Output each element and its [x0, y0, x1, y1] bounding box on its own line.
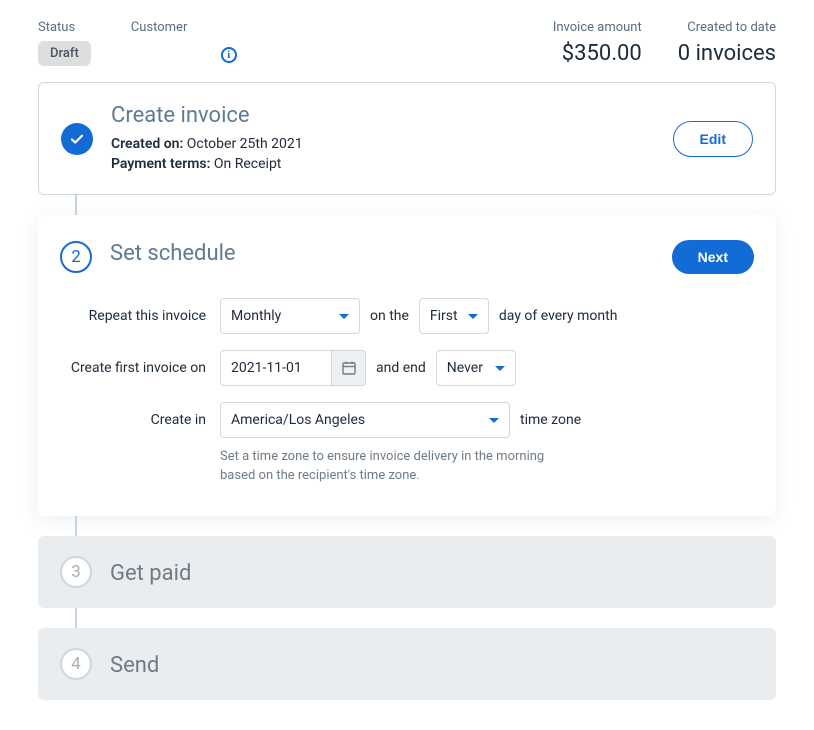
first-invoice-date-value: 2021-11-01: [231, 360, 302, 376]
edit-button[interactable]: Edit: [673, 121, 753, 157]
on-the-text: on the: [370, 308, 409, 324]
step4-indicator: 4: [60, 648, 92, 680]
step-done-indicator: [61, 123, 93, 155]
created-value: 0 invoices: [678, 41, 776, 66]
payment-terms-value: On Receipt: [214, 156, 281, 172]
and-end-text: and end: [376, 360, 426, 376]
info-icon: i: [221, 47, 237, 63]
step3-title: Get paid: [110, 561, 191, 586]
step1-title: Create invoice: [111, 103, 655, 128]
customer-column: Customer i: [131, 20, 237, 63]
timezone-select[interactable]: America/Los Angeles: [220, 402, 510, 438]
schedule-form: Repeat this invoice Monthly on the First…: [60, 298, 754, 486]
repeat-frequency-select[interactable]: Monthly: [220, 298, 360, 334]
created-label: Created to date: [687, 20, 776, 35]
created-on-line: Created on: October 25th 2021: [111, 136, 655, 152]
step-set-schedule-card: 2 Set schedule Next Repeat this invoice …: [38, 215, 776, 516]
check-icon: [69, 131, 85, 147]
chevron-down-icon: [339, 314, 349, 319]
end-value: Never: [447, 360, 483, 376]
step-create-invoice-card: Create invoice Created on: October 25th …: [38, 82, 776, 195]
step2-indicator: 2: [60, 241, 92, 273]
day-suffix-text: day of every month: [499, 308, 618, 324]
next-button[interactable]: Next: [672, 240, 754, 274]
ordinal-select[interactable]: First: [419, 298, 489, 334]
amount-label: Invoice amount: [553, 20, 642, 35]
customer-label: Customer: [131, 20, 237, 35]
step4-title: Send: [110, 653, 159, 678]
payment-terms-line: Payment terms: On Receipt: [111, 156, 655, 172]
chevron-down-icon: [468, 314, 478, 319]
chevron-down-icon: [489, 418, 499, 423]
step-connector: [75, 608, 77, 628]
timezone-suffix: time zone: [520, 412, 581, 428]
created-on-value: October 25th 2021: [187, 136, 303, 152]
status-badge: Draft: [38, 41, 91, 66]
step-get-paid-card[interactable]: 3 Get paid: [38, 536, 776, 608]
customer-info-icon[interactable]: i: [221, 43, 237, 63]
date-picker-button[interactable]: [332, 350, 366, 386]
first-invoice-date-input[interactable]: 2021-11-01: [220, 350, 332, 386]
chevron-down-icon: [495, 366, 505, 371]
calendar-icon: [341, 360, 357, 376]
created-on-label: Created on:: [111, 136, 183, 152]
ordinal-value: First: [430, 308, 458, 324]
amount-column: Invoice amount $350.00: [553, 20, 642, 66]
timezone-hint: Set a time zone to ensure invoice delive…: [220, 448, 560, 486]
summary-header: Status Draft Customer i Invoice amount $…: [38, 20, 776, 66]
step-connector: [75, 195, 77, 215]
step-connector: [75, 516, 77, 536]
first-invoice-date-group: 2021-11-01: [220, 350, 366, 386]
status-label: Status: [38, 20, 91, 35]
repeat-label: Repeat this invoice: [60, 308, 220, 324]
status-column: Status Draft: [38, 20, 91, 66]
step-send-card[interactable]: 4 Send: [38, 628, 776, 700]
repeat-frequency-value: Monthly: [231, 308, 281, 324]
created-column: Created to date 0 invoices: [678, 20, 776, 66]
create-in-label: Create in: [60, 412, 220, 428]
payment-terms-label: Payment terms:: [111, 156, 210, 172]
end-select[interactable]: Never: [436, 350, 516, 386]
amount-value: $350.00: [562, 41, 642, 66]
step3-indicator: 3: [60, 556, 92, 588]
timezone-value: America/Los Angeles: [231, 412, 365, 428]
step2-title: Set schedule: [110, 241, 654, 266]
first-invoice-label: Create first invoice on: [60, 360, 220, 376]
